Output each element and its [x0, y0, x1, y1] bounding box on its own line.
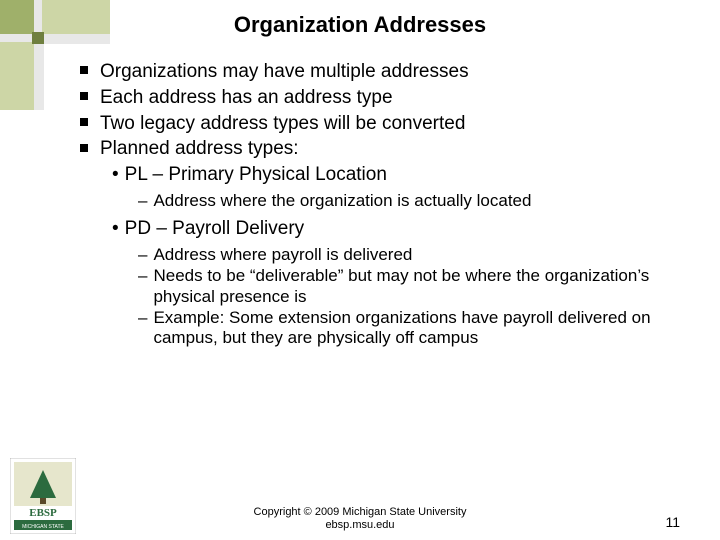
bullet-level3: –Example: Some extension organizations h… — [138, 308, 680, 349]
slide-body: Organizations may have multiple addresse… — [80, 60, 680, 350]
bullet-level2: •PD – Payroll Delivery — [112, 217, 680, 241]
copyright-line1: Copyright © 2009 Michigan State Universi… — [0, 506, 720, 519]
bullet-level3: –Address where payroll is delivered — [138, 245, 680, 265]
bullet-level1: Organizations may have multiple addresse… — [80, 60, 680, 84]
bullet-level3: –Address where the organization is actua… — [138, 191, 680, 211]
bullet-text: Planned address types: — [100, 138, 299, 159]
bullet-level3: –Needs to be “deliverable” but may not b… — [138, 266, 680, 307]
slide-title: Organization Addresses — [0, 12, 720, 38]
bullet-level3-group: –Address where the organization is actua… — [138, 191, 680, 211]
bullet-level1: Each address has an address type — [80, 86, 680, 110]
bullet-level1: Two legacy address types will be convert… — [80, 112, 680, 136]
sub-heading: PL – Primary Physical Location — [125, 163, 387, 187]
bullet-level1: Planned address types: — [80, 137, 680, 161]
page-number: 11 — [665, 514, 680, 530]
copyright-line2: ebsp.msu.edu — [0, 519, 720, 532]
footer: Copyright © 2009 Michigan State Universi… — [0, 506, 720, 532]
bullet-text: Organizations may have multiple addresse… — [100, 61, 469, 82]
bullet-text: Each address has an address type — [100, 87, 393, 108]
sub-heading: PD – Payroll Delivery — [125, 217, 305, 241]
bullet-level3-group: –Address where payroll is delivered –Nee… — [138, 245, 680, 349]
bullet-level2: •PL – Primary Physical Location — [112, 163, 680, 187]
bullet-text: Two legacy address types will be convert… — [100, 113, 465, 134]
